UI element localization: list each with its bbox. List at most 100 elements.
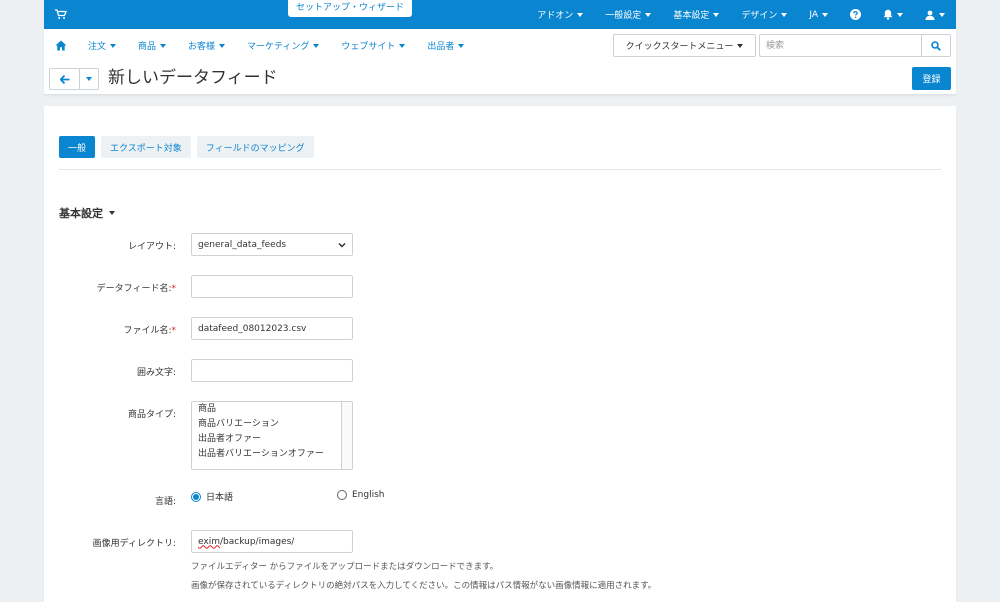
caret-down-icon <box>160 43 167 48</box>
back-button[interactable] <box>50 69 80 89</box>
main-nav: 注文 商品 お客様 マーケティング ウェブサイト 出品者 <box>44 29 475 62</box>
list-item[interactable]: 出品者オファー <box>192 432 352 447</box>
quickstart-label: クイックスタートメニュー <box>625 42 734 52</box>
list-item[interactable]: 商品 <box>192 402 352 417</box>
user-menu-button[interactable] <box>914 0 956 29</box>
caret-down-icon <box>822 12 828 17</box>
topnav-label: JA <box>809 9 818 20</box>
content-panel: 一般 エクスポート対象 フィールドのマッピング 基本設定 レイアウト: gene… <box>44 106 956 602</box>
tabs: 一般 エクスポート対象 フィールドのマッピング <box>59 136 320 158</box>
divider <box>59 169 941 170</box>
home-icon[interactable] <box>55 40 67 51</box>
image-dir-help-2: 画像が保存されているディレクトリの絶対パスを入力してください。この情報はパス情報… <box>191 581 657 591</box>
radio-unselected-icon <box>337 490 347 500</box>
arrow-left-icon <box>59 74 69 84</box>
nav-label: マーケティング <box>247 42 310 52</box>
section-title: 基本設定 <box>59 207 103 220</box>
chevron-down-icon <box>338 242 346 248</box>
cart-icon[interactable] <box>55 9 67 20</box>
enclosure-label: 囲み文字: <box>136 368 176 378</box>
language-radio-english[interactable]: English <box>337 490 385 500</box>
nav-customers[interactable]: お客様 <box>177 39 236 52</box>
caret-down-icon <box>399 43 406 48</box>
tab-general[interactable]: 一般 <box>59 136 96 158</box>
caret-down-icon <box>781 12 788 17</box>
topnav-general-settings[interactable]: 一般設定 <box>594 0 662 29</box>
caret-down-icon <box>313 43 320 48</box>
topnav-label: デザイン <box>741 11 778 21</box>
notifications-button[interactable] <box>872 0 914 29</box>
page-title: 新しいデータフィード <box>108 68 278 88</box>
tab-export-target[interactable]: エクスポート対象 <box>101 136 191 158</box>
list-item[interactable]: 出品者バリエーションオファー <box>192 447 352 462</box>
quickstart-menu-button[interactable]: クイックスタートメニュー <box>613 34 756 57</box>
search-icon <box>931 40 941 51</box>
caret-down-icon <box>645 12 652 17</box>
caret-down-icon <box>737 43 744 48</box>
caret-down-icon <box>939 12 945 17</box>
top-bar: セットアップ・ウィザード アドオン 一般設定 基本設定 デザイン JA <box>44 0 956 29</box>
nav-products[interactable]: 商品 <box>127 39 177 52</box>
search-button[interactable] <box>921 34 951 57</box>
question-circle-icon <box>850 9 861 20</box>
caret-down-icon <box>897 12 903 17</box>
user-icon <box>925 10 935 20</box>
topnav-language[interactable]: JA <box>798 0 839 29</box>
product-type-listbox[interactable]: 商品 商品バリエーション 出品者オファー 出品者バリエーションオファー <box>191 401 353 470</box>
save-button[interactable]: 登録 <box>912 67 951 90</box>
required-marker: * <box>171 284 177 294</box>
caret-down-icon <box>713 12 720 17</box>
back-dropdown-button[interactable] <box>80 69 98 89</box>
image-dir-help-1: ファイルエディター からファイルをアップロードまたはダウンロードできます。 <box>191 562 499 572</box>
layout-label: レイアウト: <box>127 242 176 252</box>
topnav-label: 一般設定 <box>605 11 642 21</box>
help-button[interactable] <box>839 0 872 29</box>
bell-icon <box>883 9 893 20</box>
topnav-design[interactable]: デザイン <box>730 0 798 29</box>
nav-label: 出品者 <box>427 42 455 52</box>
nav-label: 商品 <box>138 42 157 52</box>
layout-select-value: general_data_feeds <box>198 239 287 250</box>
caret-down-icon <box>577 12 584 17</box>
feed-name-label: データフィード名:* <box>46 281 176 294</box>
image-dir-label: 画像用ディレクトリ: <box>92 539 176 549</box>
file-name-label-text: ファイル名: <box>123 326 172 336</box>
setup-wizard-button[interactable]: セットアップ・ウィザード <box>288 0 413 17</box>
enclosure-input[interactable] <box>191 359 353 382</box>
topnav-label: 基本設定 <box>673 11 710 21</box>
language-label: 言語: <box>154 497 176 507</box>
nav-label: ウェブサイト <box>341 42 396 52</box>
radio-label: 日本語 <box>206 493 234 503</box>
search-input[interactable] <box>759 34 922 57</box>
required-marker: * <box>171 326 177 336</box>
feed-name-input[interactable] <box>191 275 353 298</box>
nav-label: お客様 <box>188 42 216 52</box>
topnav-label: アドオン <box>537 11 574 21</box>
image-dir-value-rest: /backup/images/ <box>219 536 295 547</box>
feed-name-label-text: データフィード名: <box>96 284 172 294</box>
image-dir-input[interactable]: exim/backup/images/ <box>191 530 353 553</box>
nav-website[interactable]: ウェブサイト <box>330 39 416 52</box>
caret-down-icon <box>110 43 117 48</box>
caret-down-icon <box>458 43 465 48</box>
caret-down-icon <box>219 43 226 48</box>
layout-select[interactable]: general_data_feeds <box>191 233 353 256</box>
list-item[interactable]: 商品バリエーション <box>192 417 352 432</box>
topnav-addons[interactable]: アドオン <box>526 0 594 29</box>
back-button-group <box>49 68 99 90</box>
section-basic-settings[interactable]: 基本設定 <box>59 205 115 221</box>
tab-field-mapping[interactable]: フィールドのマッピング <box>196 136 314 158</box>
listbox-scrollbar[interactable] <box>341 402 352 469</box>
image-dir-value-prefix: exim <box>198 536 220 547</box>
top-nav: アドオン 一般設定 基本設定 デザイン JA <box>526 0 956 29</box>
file-name-input[interactable]: datafeed_08012023.csv <box>191 317 353 340</box>
nav-marketing[interactable]: マーケティング <box>236 39 330 52</box>
nav-orders[interactable]: 注文 <box>77 39 127 52</box>
radio-label: English <box>352 490 385 500</box>
nav-label: 注文 <box>88 42 107 52</box>
nav-vendors[interactable]: 出品者 <box>416 39 475 52</box>
file-name-label: ファイル名:* <box>46 323 176 336</box>
topnav-basic-settings[interactable]: 基本設定 <box>662 0 730 29</box>
language-radio-japanese[interactable]: 日本語 <box>191 490 233 503</box>
radio-selected-icon <box>191 491 201 502</box>
